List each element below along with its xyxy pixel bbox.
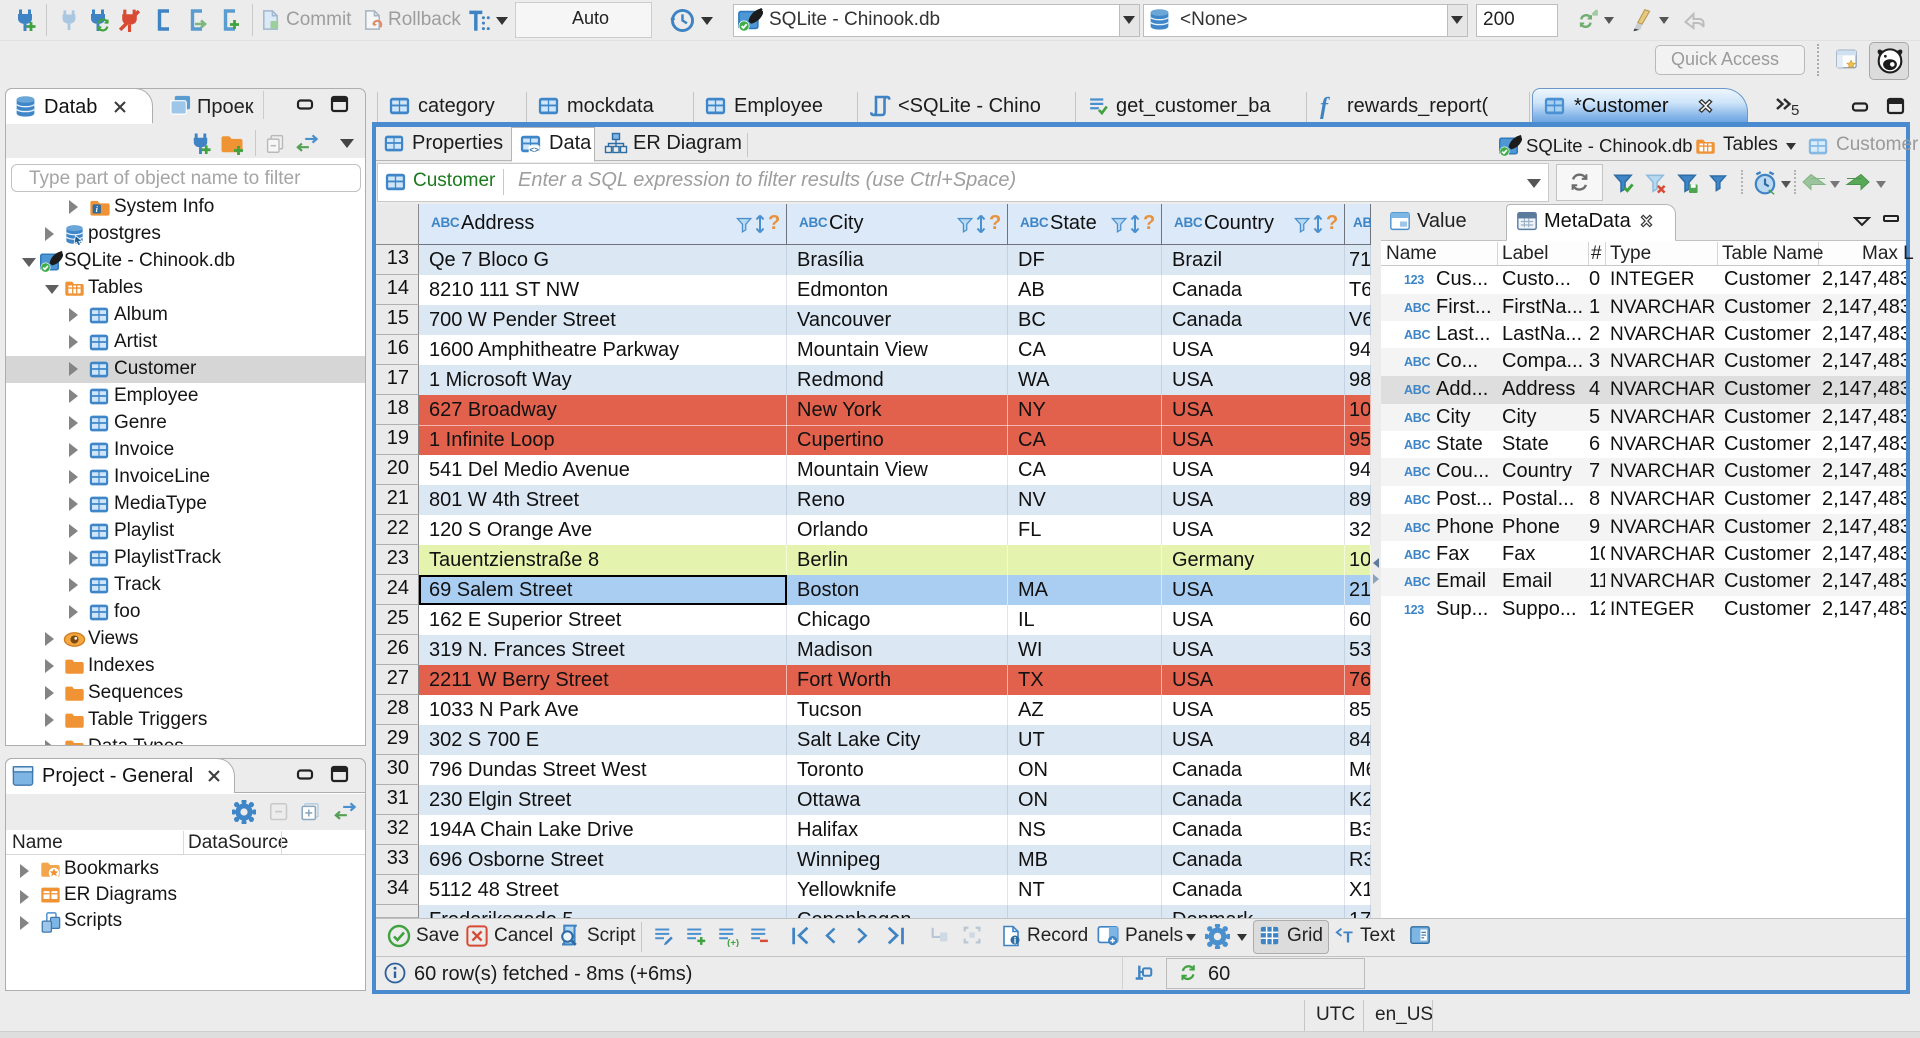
svg-text:T: T	[1343, 929, 1353, 946]
svg-text:f: f	[1320, 94, 1330, 119]
svg-text:(+): (+)	[727, 937, 739, 947]
svg-text:i: i	[1014, 936, 1017, 946]
svg-text:<>: <>	[529, 146, 539, 155]
